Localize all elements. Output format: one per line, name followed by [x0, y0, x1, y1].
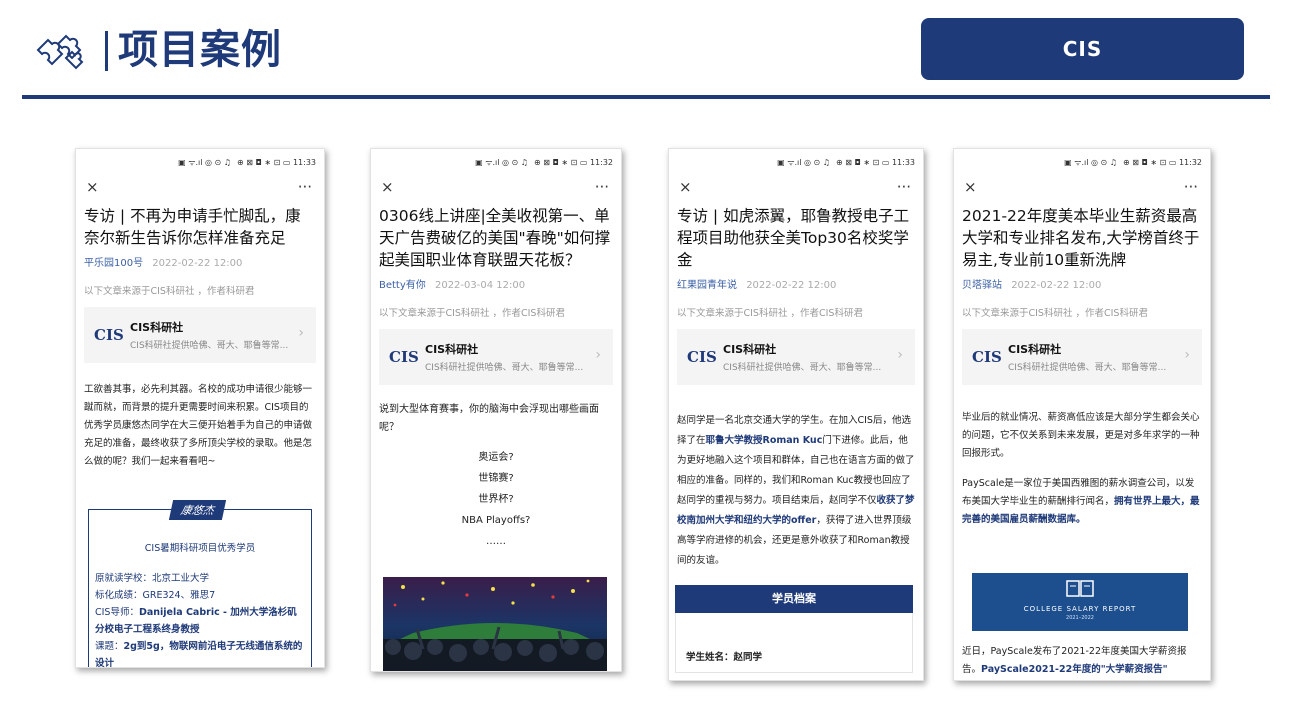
event-line: …… [486, 536, 506, 547]
profile-mentor: CIS导师：Danijela Cabric - 加州大学洛杉矶分校电子工程系终身… [95, 607, 297, 635]
event-line: NBA Playoffs? [461, 515, 531, 526]
title-divider [105, 31, 108, 71]
profile-heading: CIS暑期科研项目优秀学员 [144, 543, 256, 554]
report-label: COLLEGE SALARY REPORT [1023, 605, 1137, 613]
event-line: 世锦赛? [478, 473, 514, 484]
article-date: 2022-02-22 12:00 [746, 280, 837, 291]
event-line: 世界杯? [478, 494, 514, 505]
account-card[interactable]: CIS CIS科研社 CIS科研社提供哈佛、哥大、耶鲁等常... › [84, 307, 316, 363]
chevron-right-icon: › [595, 347, 601, 363]
account-desc: CIS科研社提供哈佛、哥大、耶鲁等常... [130, 341, 289, 351]
article-author[interactable]: Betty有你 [379, 280, 426, 291]
article-author[interactable]: 平乐园100号 [84, 258, 143, 269]
student-name: 学生姓名：赵同学 [686, 652, 763, 663]
account-card[interactable]: CIS CIS科研社 CIS科研社提供哈佛、哥大、耶鲁等常... › [379, 329, 613, 385]
account-name: CIS科研社 [130, 321, 184, 334]
cis-logo: CIS [389, 348, 419, 366]
source-note: 以下文章来源于CIS科研社 ，作者CIS科研君 [962, 308, 1148, 319]
chevron-right-icon: › [1184, 347, 1190, 363]
close-icon[interactable]: × [86, 178, 99, 196]
account-desc: CIS科研社提供哈佛、哥大、耶鲁等常... [425, 363, 584, 373]
more-icon[interactable]: ··· [595, 178, 609, 196]
article-body: 工欲善其事，必先利其器。名校的成功申请很少能够一蹴而就，而背景的提升更需要时间来… [84, 384, 313, 467]
article-nav: × ··· [371, 175, 621, 199]
article-screenshot-2: ▣ ᯤ.ıl ◎ ⊙ ♫ ⊕ ⊠ ◘ ∗ ⊡ ▭ 11:32 × ··· 030… [370, 148, 622, 672]
source-note: 以下文章来源于CIS科研社 ，作者CIS科研君 [379, 308, 565, 319]
profile-scores: 标化成绩：GRE324、雅思7 [95, 590, 216, 601]
article-body-2: PayScale是一家位于美国西雅图的薪水调查公司，以发布美国大学毕业生的薪酬排… [962, 478, 1200, 525]
account-card[interactable]: CIS CIS科研社 CIS科研社提供哈佛、哥大、耶鲁等常... › [677, 329, 915, 385]
chevron-right-icon: › [897, 347, 903, 363]
cis-badge: CIS [921, 18, 1244, 80]
account-name: CIS科研社 [1008, 343, 1062, 356]
header-rule [22, 95, 1270, 99]
article-title: 0306线上讲座|全美收视第一、单天广告费破亿的美国"春晚"如何撑起美国职业体育… [379, 207, 611, 269]
article-body-1: 毕业后的就业情况、薪资高低应该是大部分学生都会关心的问题，它不仅关系到未来发展，… [962, 412, 1200, 459]
article-nav: × ··· [954, 175, 1210, 199]
more-icon[interactable]: ··· [1184, 178, 1198, 196]
article-date: 2022-03-04 12:00 [434, 280, 526, 291]
salary-report-image: COLLEGE SALARY REPORT 2021–2022 [972, 573, 1188, 631]
account-desc: CIS科研社提供哈佛、哥大、耶鲁等常... [1008, 363, 1167, 373]
article-meta: 红果园青年说 2022-02-22 12:00 [669, 271, 923, 291]
profile-topic: 课题：2g到5g，物联网前沿电子无线通信系统的设计 [95, 641, 303, 668]
student-name-tag: 康悠杰 [168, 500, 227, 520]
article-meta: 贝塔驿站 2022-02-22 12:00 [954, 271, 1210, 291]
page-title: 项目案例 [118, 27, 282, 73]
status-bar: ▣ ᯤ.ıl ◎ ⊙ ♫ ⊕ ⊠ ◘ ∗ ⊡ ▭ 11:33 [777, 157, 915, 167]
cis-logo: CIS [94, 326, 124, 344]
article-date: 2022-02-22 12:00 [1011, 280, 1102, 291]
close-icon[interactable]: × [964, 178, 977, 196]
cis-logo: CIS [972, 348, 1002, 366]
report-year: 2021–2022 [1066, 615, 1094, 621]
stadium-photo [383, 577, 607, 671]
more-icon[interactable]: ··· [897, 178, 911, 196]
article-body: 赵同学是一名北京交通大学的学生。在加入CIS后，他选择了在耶鲁大学教授Roman… [677, 415, 915, 566]
article-meta: 平乐园100号 2022-02-22 12:00 [76, 249, 324, 269]
status-bar: ▣ ᯤ.ıl ◎ ⊙ ♫ ⊕ ⊠ ◘ ∗ ⊡ ▭ 11:32 [1064, 157, 1202, 167]
student-file-box: 学生姓名：赵同学 [675, 613, 913, 673]
article-date: 2022-02-22 12:00 [152, 258, 243, 269]
puzzle-icon [36, 34, 84, 70]
article-nav: × ··· [669, 175, 923, 199]
cis-logo: CIS [687, 348, 717, 366]
source-note: 以下文章来源于CIS科研社 ，作者科研君 [84, 286, 255, 297]
source-note: 以下文章来源于CIS科研社 ，作者CIS科研君 [677, 308, 863, 319]
article-nav: × ··· [76, 175, 324, 199]
status-bar: ▣ ᯤ.ıl ◎ ⊙ ♫ ⊕ ⊠ ◘ ∗ ⊡ ▭ 11:32 [475, 157, 613, 167]
article-meta: Betty有你 2022-03-04 12:00 [371, 271, 621, 291]
article-author[interactable]: 贝塔驿站 [962, 280, 1002, 291]
account-card[interactable]: CIS CIS科研社 CIS科研社提供哈佛、哥大、耶鲁等常... › [962, 329, 1202, 385]
article-body-3: 近日，PayScale发布了2021-22年度美国大学薪资报告。PayScale… [962, 646, 1187, 675]
slide-header: 项目案例 CIS [0, 0, 1296, 100]
close-icon[interactable]: × [679, 178, 692, 196]
chevron-right-icon: › [298, 325, 304, 341]
article-title: 专访 | 不再为申请手忙脚乱，康奈尔新生告诉你怎样准备充足 [84, 207, 301, 247]
article-intro: 说到大型体育赛事，你的脑海中会浮现出哪些画面呢？ [379, 404, 599, 433]
event-list: 奥运会? 世锦赛? 世界杯? NBA Playoffs? …… [371, 447, 621, 552]
report-book-icon [1066, 580, 1094, 597]
student-file-banner: 学员档案 [675, 585, 913, 613]
event-line: 奥运会? [478, 452, 514, 463]
account-name: CIS科研社 [425, 343, 479, 356]
article-title: 专访 | 如虎添翼，耶鲁教授电子工程项目助他获全美Top30名校奖学金 [677, 207, 910, 269]
more-icon[interactable]: ··· [298, 178, 312, 196]
article-title: 2021-22年度美本毕业生薪资最高大学和专业排名发布,大学榜首终于易主,专业前… [962, 207, 1200, 269]
account-desc: CIS科研社提供哈佛、哥大、耶鲁等常... [723, 363, 882, 373]
student-profile: 康悠杰 CIS暑期科研项目优秀学员 原就读学校：北京工业大学 标化成绩：GRE3… [88, 500, 312, 668]
account-name: CIS科研社 [723, 343, 777, 356]
article-screenshot-3: ▣ ᯤ.ıl ◎ ⊙ ♫ ⊕ ⊠ ◘ ∗ ⊡ ▭ 11:33 × ··· 专访 … [668, 148, 924, 681]
status-bar: ▣ ᯤ.ıl ◎ ⊙ ♫ ⊕ ⊠ ◘ ∗ ⊡ ▭ 11:33 [178, 157, 316, 167]
article-screenshot-1: ▣ ᯤ.ıl ◎ ⊙ ♫ ⊕ ⊠ ◘ ∗ ⊡ ▭ 11:33 × ··· 专访 … [75, 148, 325, 668]
close-icon[interactable]: × [381, 178, 394, 196]
article-screenshot-4: ▣ ᯤ.ıl ◎ ⊙ ♫ ⊕ ⊠ ◘ ∗ ⊡ ▭ 11:32 × ··· 202… [953, 148, 1211, 681]
profile-school: 原就读学校：北京工业大学 [95, 573, 210, 584]
article-author[interactable]: 红果园青年说 [677, 280, 737, 291]
